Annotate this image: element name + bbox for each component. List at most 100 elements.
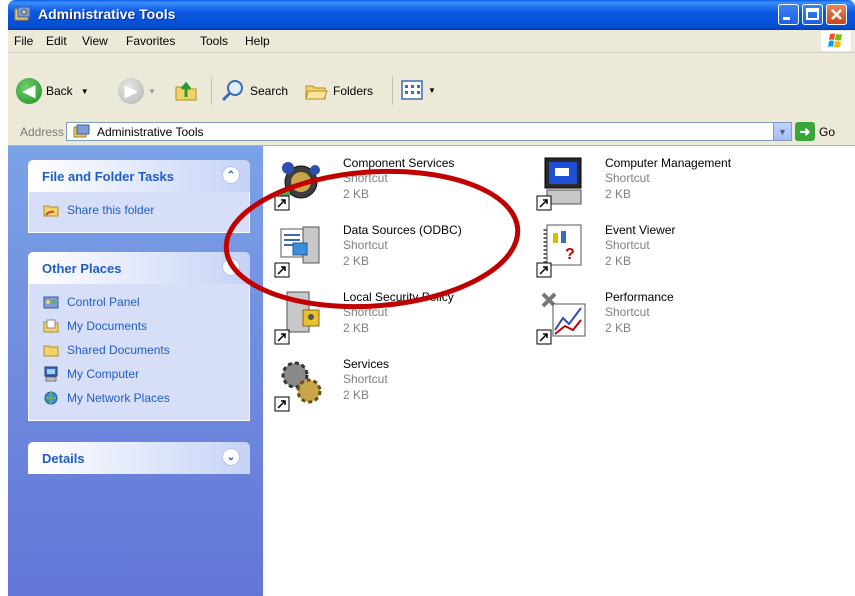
menu-edit[interactable]: Edit [46, 34, 67, 48]
computer-management-icon [536, 157, 582, 211]
minimize-button[interactable] [778, 4, 799, 25]
folders-icon [305, 85, 328, 100]
menu-help[interactable]: Help [245, 34, 270, 48]
address-value: Administrative Tools [97, 125, 204, 139]
file-name: Data Sources (ODBC) [343, 223, 462, 237]
performance-icon [536, 292, 586, 345]
forward-dropdown-icon[interactable]: ▼ [148, 87, 156, 96]
file-type: Shortcut [605, 305, 650, 319]
file-folder-tasks-panel: File and Folder Tasks ⌃ Share this folde… [28, 160, 250, 233]
place-shared-documents[interactable]: Shared Documents [29, 338, 249, 362]
close-icon [831, 9, 842, 20]
task-share-folder[interactable]: Share this folder [29, 198, 249, 222]
file-type: Shortcut [605, 171, 650, 185]
toolbar-separator [392, 77, 393, 105]
file-size: 2 KB [605, 321, 632, 335]
up-folder-button[interactable] [173, 78, 199, 104]
control-panel-icon [43, 296, 59, 309]
other-places-panel: Other Places ⌃ Control Panel My Document… [28, 252, 250, 421]
toolbar-separator [211, 77, 212, 105]
file-size: 2 KB [343, 321, 370, 335]
back-arrow-icon: ◀ [16, 78, 42, 104]
search-label: Search [250, 84, 289, 98]
file-item-local-security-policy[interactable]: Local Security Policy Shortcut 2 KB [273, 290, 523, 350]
window-title: Administrative Tools [38, 6, 176, 22]
svg-text:?: ? [565, 246, 575, 263]
place-my-documents-label: My Documents [67, 319, 148, 333]
file-list-view: Component Services Shortcut 2 KB Compute… [263, 146, 855, 596]
file-name: Event Viewer [605, 223, 676, 237]
place-control-panel[interactable]: Control Panel [29, 290, 249, 314]
file-item-component-services[interactable]: Component Services Shortcut 2 KB [273, 156, 523, 216]
collapse-up-icon[interactable]: ⌃ [222, 166, 240, 184]
task-share-folder-label: Share this folder [67, 203, 155, 217]
back-button[interactable]: ◀ Back ▼ [16, 78, 89, 104]
menu-bar: File Edit View Favorites Tools Help [8, 30, 855, 53]
place-control-panel-label: Control Panel [67, 295, 140, 309]
file-name: Component Services [343, 156, 455, 170]
views-button[interactable]: ▼ [400, 78, 436, 102]
explorer-window: Administrative Tools File Edit View Favo… [8, 0, 855, 596]
menu-file[interactable]: File [14, 34, 33, 48]
maximize-button[interactable] [802, 4, 823, 25]
address-bar: Address Administrative Tools ▼ ➜ Go [8, 119, 855, 146]
maximize-icon [806, 8, 819, 20]
other-places-header[interactable]: Other Places ⌃ [28, 252, 250, 284]
views-icon [401, 80, 423, 100]
search-icon [221, 80, 243, 102]
shared-documents-icon [43, 345, 59, 357]
file-type: Shortcut [605, 238, 650, 252]
local-security-policy-icon [274, 291, 320, 345]
file-size: 2 KB [343, 254, 370, 268]
standard-toolbar: ◀ Back ▼ ▶ ▼ Search Folders ▼ [8, 53, 855, 120]
file-type: Shortcut [343, 305, 388, 319]
search-button[interactable]: Search [220, 78, 288, 104]
menu-favorites[interactable]: Favorites [126, 34, 175, 48]
folders-button[interactable]: Folders [303, 78, 373, 104]
close-button[interactable] [826, 4, 847, 25]
place-my-documents[interactable]: My Documents [29, 314, 249, 338]
file-size: 2 KB [343, 388, 370, 402]
file-item-services[interactable]: Services Shortcut 2 KB [273, 357, 523, 417]
my-network-places-icon [44, 391, 58, 405]
forward-button[interactable]: ▶ ▼ [118, 78, 156, 104]
services-icon [274, 361, 322, 412]
collapse-up-icon[interactable]: ⌃ [222, 258, 240, 276]
file-item-computer-management[interactable]: Computer Management Shortcut 2 KB [535, 156, 785, 216]
address-field[interactable]: Administrative Tools ▼ [66, 122, 792, 141]
file-name: Services [343, 357, 390, 371]
back-dropdown-icon[interactable]: ▼ [81, 87, 89, 96]
file-folder-tasks-title: File and Folder Tasks [42, 169, 174, 184]
go-arrow-icon: ➜ [795, 122, 815, 141]
file-name: Performance [605, 290, 674, 304]
file-type: Shortcut [343, 171, 388, 185]
windows-logo-icon [821, 31, 851, 51]
minimize-icon [783, 17, 790, 20]
place-my-computer-label: My Computer [67, 367, 140, 381]
file-item-performance[interactable]: Performance Shortcut 2 KB [535, 290, 785, 350]
file-name: Local Security Policy [343, 290, 454, 304]
file-item-data-sources-odbc[interactable]: Data Sources (ODBC) Shortcut 2 KB [273, 223, 523, 283]
menu-view[interactable]: View [82, 34, 108, 48]
file-folder-tasks-header[interactable]: File and Folder Tasks ⌃ [28, 160, 250, 192]
place-my-network-places[interactable]: My Network Places [29, 386, 249, 410]
my-documents-icon [43, 319, 59, 333]
menu-tools[interactable]: Tools [200, 34, 228, 48]
place-my-computer[interactable]: My Computer [29, 362, 249, 386]
file-size: 2 KB [343, 187, 370, 201]
up-folder-icon [175, 81, 197, 101]
place-my-network-places-label: My Network Places [67, 391, 170, 405]
address-dropdown-icon[interactable]: ▼ [773, 123, 791, 140]
my-computer-icon [44, 366, 58, 382]
title-bar[interactable]: Administrative Tools [8, 0, 855, 30]
views-dropdown-icon[interactable]: ▼ [428, 86, 436, 95]
details-header[interactable]: Details ⌄ [28, 442, 250, 474]
expand-down-icon[interactable]: ⌄ [222, 448, 240, 466]
address-label: Address [20, 125, 65, 139]
details-title: Details [42, 451, 85, 466]
file-size: 2 KB [605, 187, 632, 201]
go-button[interactable]: ➜ Go [795, 122, 835, 141]
file-item-event-viewer[interactable]: ? Event Viewer Shortcut 2 KB [535, 223, 785, 283]
data-sources-icon [274, 226, 320, 278]
file-size: 2 KB [605, 254, 632, 268]
